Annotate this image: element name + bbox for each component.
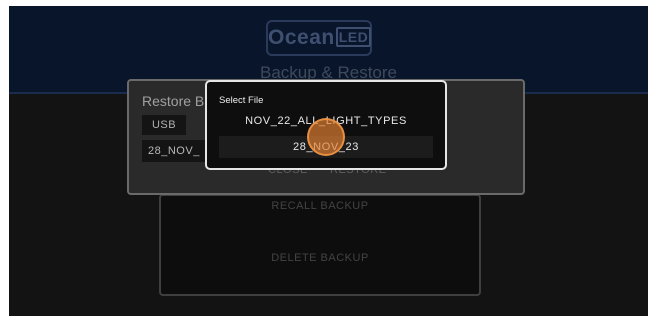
usb-source-tab[interactable]: USB	[142, 115, 186, 135]
select-file-popup: Select File NOV_22_ALL_LIGHT_TYPES 28_NO…	[205, 80, 447, 170]
select-file-title: Select File	[219, 95, 264, 106]
app-screen: Ocean LED Backup & Restore RECALL BACKUP …	[9, 6, 648, 316]
file-option[interactable]: NOV_22_ALL_LIGHT_TYPES	[219, 110, 433, 132]
restore-dialog-title: Restore B	[142, 93, 205, 109]
file-option-selected[interactable]: 28_NOV_23	[219, 136, 433, 158]
